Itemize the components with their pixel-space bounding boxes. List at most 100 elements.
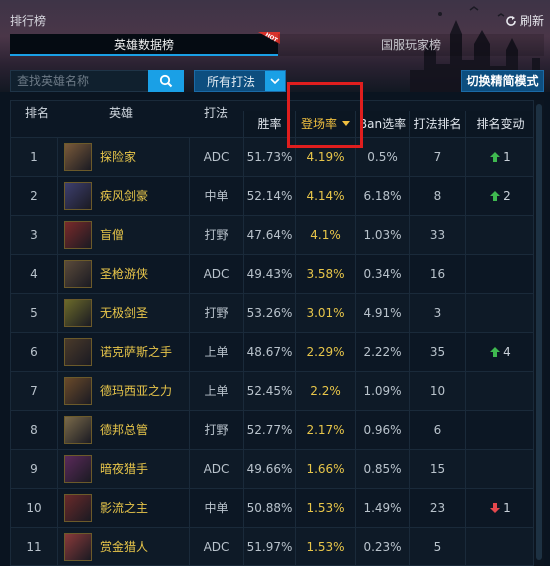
cell-role: 中单	[189, 177, 243, 216]
column-header-role-rank[interactable]: 打法排名	[409, 111, 465, 137]
cell-pick: 4.1%	[295, 216, 355, 255]
tab-hero-data-label: 英雄数据榜	[113, 38, 174, 52]
table-row[interactable]: 8 打野 52.77% 2.17% 0.96% 6 德邦总管	[11, 410, 533, 450]
cell-role-rank: 10	[409, 372, 465, 411]
cell-role: ADC	[189, 528, 243, 565]
scrollbar-thumb[interactable]	[536, 104, 542, 560]
search-icon	[159, 74, 173, 88]
table-row[interactable]: 11 ADC 51.97% 1.53% 0.23% 5 赏金猎人	[11, 527, 533, 565]
hot-badge-icon: HOT	[258, 32, 280, 44]
cell-ban: 1.03%	[355, 216, 409, 255]
hero-avatar	[64, 533, 92, 561]
cell-ban: 4.91%	[355, 294, 409, 333]
play-style-dropdown[interactable]: 所有打法	[194, 70, 286, 92]
refresh-icon	[506, 15, 516, 26]
hero-name[interactable]: 诺克萨斯之手	[100, 333, 188, 372]
cell-hero[interactable]: 圣枪游侠	[57, 255, 189, 294]
tab-bar: 英雄数据榜 HOT 国服玩家榜	[10, 32, 544, 56]
cell-win: 52.77%	[243, 411, 295, 450]
table-row[interactable]: 4 ADC 49.43% 3.58% 0.34% 16 圣枪游侠	[11, 254, 533, 294]
hero-name[interactable]: 德邦总管	[100, 411, 188, 450]
column-header-pick-rate[interactable]: 登场率	[295, 111, 355, 137]
search-input[interactable]	[11, 71, 149, 91]
cell-hero[interactable]: 无极剑圣	[57, 294, 189, 333]
cell-ban: 0.85%	[355, 450, 409, 489]
tab-hero-data[interactable]: 英雄数据榜 HOT	[10, 32, 280, 56]
table-row[interactable]: 1 ADC 51.73% 4.19% 0.5% 7 探险家 1	[11, 137, 533, 177]
hero-avatar	[64, 143, 92, 171]
cell-hero[interactable]: 德玛西亚之力	[57, 372, 189, 411]
table-row[interactable]: 3 打野 47.64% 4.1% 1.03% 33 盲僧	[11, 215, 533, 255]
arrow-down-icon	[490, 503, 501, 513]
hero-name[interactable]: 赏金猎人	[100, 528, 188, 565]
rank-change-value: 1	[503, 150, 511, 164]
arrow-up-icon	[490, 191, 501, 201]
hero-avatar	[64, 494, 92, 522]
cell-hero[interactable]: 疾风剑豪	[57, 177, 189, 216]
table-row[interactable]: 6 上单 48.67% 2.29% 2.22% 35 诺克萨斯之手 4	[11, 332, 533, 372]
play-style-dropdown-label: 所有打法	[207, 74, 256, 89]
tab-server-players[interactable]: 国服玩家榜	[278, 34, 544, 56]
rank-change-value: 2	[503, 189, 511, 203]
hero-name[interactable]: 无极剑圣	[100, 294, 188, 333]
arrow-up-icon	[490, 152, 501, 162]
table-row[interactable]: 9 ADC 49.66% 1.66% 0.85% 15 暗夜猎手	[11, 449, 533, 489]
column-header-win-rate[interactable]: 胜率	[243, 111, 295, 137]
cell-hero[interactable]: 德邦总管	[57, 411, 189, 450]
cell-role: 打野	[189, 294, 243, 333]
search-button[interactable]	[148, 70, 184, 92]
column-header-hero[interactable]: 英雄	[109, 104, 133, 121]
table-row[interactable]: 10 中单 50.88% 1.53% 1.49% 23 影流之主 1	[11, 488, 533, 528]
cell-role: 打野	[189, 216, 243, 255]
hero-name[interactable]: 圣枪游侠	[100, 255, 188, 294]
cell-hero[interactable]: 影流之主	[57, 489, 189, 528]
cell-role-rank: 15	[409, 450, 465, 489]
table-scrollbar[interactable]	[534, 100, 544, 566]
hero-name[interactable]: 探险家	[100, 138, 188, 177]
cell-role-rank: 33	[409, 216, 465, 255]
cell-rank: 6	[30, 345, 38, 359]
hero-avatar	[64, 221, 92, 249]
refresh-button[interactable]: 刷新	[505, 12, 544, 29]
cell-hero[interactable]: 探险家	[57, 138, 189, 177]
cell-pick: 2.29%	[295, 333, 355, 372]
cell-role: 上单	[189, 372, 243, 411]
cell-hero[interactable]: 赏金猎人	[57, 528, 189, 565]
table-row[interactable]: 5 打野 53.26% 3.01% 4.91% 3 无极剑圣	[11, 293, 533, 333]
cell-hero[interactable]: 暗夜猎手	[57, 450, 189, 489]
cell-role-rank: 6	[409, 411, 465, 450]
column-header-rank-change[interactable]: 排名变动	[465, 111, 533, 137]
cell-win: 51.97%	[243, 528, 295, 565]
cell-ban: 0.5%	[355, 138, 409, 177]
cell-win: 53.26%	[243, 294, 295, 333]
rank-change-value: 4	[503, 345, 511, 359]
hero-avatar	[64, 182, 92, 210]
hero-name[interactable]: 影流之主	[100, 489, 188, 528]
table-row[interactable]: 2 中单 52.14% 4.14% 6.18% 8 疾风剑豪 2	[11, 176, 533, 216]
hero-name[interactable]: 疾风剑豪	[100, 177, 188, 216]
window-title: 排行榜	[10, 14, 47, 28]
hero-avatar	[64, 416, 92, 444]
cell-role: 打野	[189, 411, 243, 450]
cell-ban: 1.49%	[355, 489, 409, 528]
cell-hero[interactable]: 盲僧	[57, 216, 189, 255]
hero-name[interactable]: 暗夜猎手	[100, 450, 188, 489]
table-row[interactable]: 7 上单 52.45% 2.2% 1.09% 10 德玛西亚之力	[11, 371, 533, 411]
column-header-ban-rate[interactable]: Ban选率	[355, 111, 409, 137]
hero-name[interactable]: 盲僧	[100, 216, 188, 255]
cell-rank-change: 1	[465, 489, 533, 528]
column-header-role[interactable]: 打法	[204, 104, 228, 121]
cell-rank-change: 1	[465, 138, 533, 177]
cell-hero[interactable]: 诺克萨斯之手	[57, 333, 189, 372]
search-box	[10, 70, 184, 92]
column-header-rank[interactable]: 排名	[25, 104, 49, 121]
cell-rank: 2	[30, 189, 38, 203]
cell-role: 上单	[189, 333, 243, 372]
cell-role: ADC	[189, 255, 243, 294]
simple-mode-button[interactable]: 切换精简模式	[461, 70, 544, 92]
hero-name[interactable]: 德玛西亚之力	[100, 372, 188, 411]
cell-role: ADC	[189, 450, 243, 489]
cell-pick: 4.19%	[295, 138, 355, 177]
cell-role: ADC	[189, 138, 243, 177]
cell-rank: 1	[30, 150, 38, 164]
